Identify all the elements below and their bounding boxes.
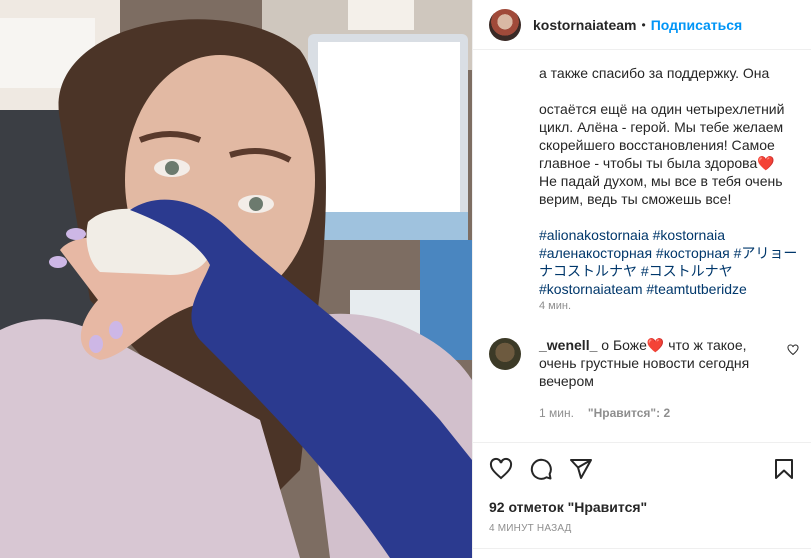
comment-like-heart-icon[interactable] <box>787 344 799 356</box>
caption-line: верим, ведь ты сможешь все! <box>539 191 732 207</box>
post-photo <box>0 0 472 558</box>
comment-body: _wenell_ о Боже❤️ что ж такое, очень гру… <box>539 336 774 390</box>
author-avatar[interactable] <box>489 8 521 41</box>
follow-button[interactable]: Подписаться <box>651 17 743 33</box>
separator-dot: • <box>641 17 646 32</box>
caption-line: Не падай духом, мы все в тебя очень <box>539 173 783 189</box>
author-username[interactable]: kostornaiateam <box>533 17 636 33</box>
caption-line: скорейшего восстановления! Самое <box>539 137 775 153</box>
comment-text: о Боже <box>597 337 647 353</box>
action-bar <box>473 442 811 494</box>
caption-line: цикл. Алёна - герой. Мы тебе желаем <box>539 119 784 135</box>
caption-hashtags[interactable]: #alionakostornaia #kostornaia #аленакост… <box>539 226 803 302</box>
caption-line: остаётся ещё на один четырехлетний <box>539 101 785 117</box>
comment-timestamp[interactable]: 1 мин. <box>539 406 574 420</box>
caption-line: главное - чтобы ты была здорова❤️ <box>539 155 775 171</box>
divider <box>473 548 811 549</box>
photo-illustration <box>0 0 472 558</box>
commenter-avatar[interactable] <box>489 338 521 370</box>
post-header: kostornaiateam • Подписаться <box>473 0 811 50</box>
likes-count[interactable]: 92 отметок "Нравится" <box>489 499 647 515</box>
post-details-panel: kostornaiateam • Подписаться а также спа… <box>472 0 811 558</box>
comment-likes[interactable]: "Нравится": 2 <box>588 406 670 420</box>
comment-icon[interactable] <box>529 457 553 481</box>
post-caption: а также спасибо за поддержку. Она остаёт… <box>539 50 803 302</box>
bookmark-icon[interactable] <box>772 457 796 481</box>
comment-meta: 1 мин. "Нравится": 2 <box>539 406 670 420</box>
commenter-username[interactable]: _wenell_ <box>539 337 597 353</box>
heart-emoji: ❤️ <box>646 337 665 353</box>
paper-plane-icon[interactable] <box>569 457 593 481</box>
caption-line: а также спасибо за поддержку. Она <box>539 65 770 81</box>
posted-time[interactable]: 4 МИНУТ НАЗАД <box>489 523 572 534</box>
caption-timestamp[interactable]: 4 мин. <box>539 300 571 312</box>
heart-icon[interactable] <box>489 457 513 481</box>
